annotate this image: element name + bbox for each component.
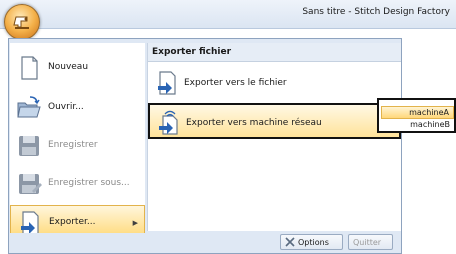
- left-menu-pane: Nouveau Ouvrir... Enregistrer Enregistre…: [10, 43, 145, 239]
- export-to-network-machine-item[interactable]: Exporter vers machine réseau: [148, 103, 401, 139]
- machine-item-label: machineA: [409, 108, 449, 117]
- menu-item-label: Enregistrer sous...: [48, 178, 130, 188]
- export-to-file-item[interactable]: Exporter vers le fichier: [148, 65, 401, 101]
- quit-button[interactable]: Quitter: [348, 234, 393, 250]
- menu-item-label: Ouvrir...: [48, 102, 84, 112]
- options-label: Options: [298, 238, 329, 247]
- menu-item-enregistrer[interactable]: Enregistrer: [10, 129, 145, 163]
- export-pane-header: Exporter fichier: [148, 43, 401, 62]
- save-floppy-icon: [19, 136, 39, 156]
- menu-footer: Options Quitter: [10, 233, 400, 252]
- menu-item-label: Enregistrer: [48, 140, 98, 150]
- menu-item-enregistrer-sous[interactable]: Enregistrer sous...: [10, 167, 145, 201]
- machine-item-label: machineB: [410, 120, 450, 129]
- application-menu: Nouveau Ouvrir... Enregistrer Enregistre…: [8, 38, 402, 254]
- new-document-icon: [21, 56, 38, 80]
- quit-label: Quitter: [353, 238, 382, 247]
- menu-item-nouveau[interactable]: Nouveau: [10, 51, 145, 85]
- sewing-machine-icon: [13, 16, 29, 29]
- machine-item-b[interactable]: machineB: [381, 119, 454, 132]
- save-as-floppy-icon: [19, 174, 42, 194]
- machine-submenu: machineA machineB: [377, 98, 456, 133]
- export-pane-title: Exporter fichier: [152, 47, 232, 57]
- menu-item-label: Nouveau: [48, 62, 89, 72]
- machine-item-a[interactable]: machineA: [381, 106, 454, 119]
- export-to-file-label: Exporter vers le fichier: [184, 78, 287, 88]
- title-bar: Sans titre - Stitch Design Factory: [0, 0, 456, 40]
- menu-item-label: Exporter...: [49, 217, 96, 227]
- window-title: Sans titre - Stitch Design Factory: [302, 7, 450, 17]
- menu-item-ouvrir[interactable]: Ouvrir...: [10, 91, 145, 125]
- open-folder-icon: [17, 96, 41, 118]
- export-to-network-machine-label: Exporter vers machine réseau: [186, 118, 322, 128]
- submenu-arrow-icon: ▶: [132, 219, 138, 227]
- export-network-icon: [159, 110, 178, 135]
- options-icon: [285, 237, 295, 247]
- application-menu-button[interactable]: [4, 4, 40, 40]
- export-file-icon: [158, 71, 176, 95]
- options-button[interactable]: Options: [280, 234, 343, 250]
- export-pane: Exporter fichier Exporter vers le fichie…: [147, 43, 401, 231]
